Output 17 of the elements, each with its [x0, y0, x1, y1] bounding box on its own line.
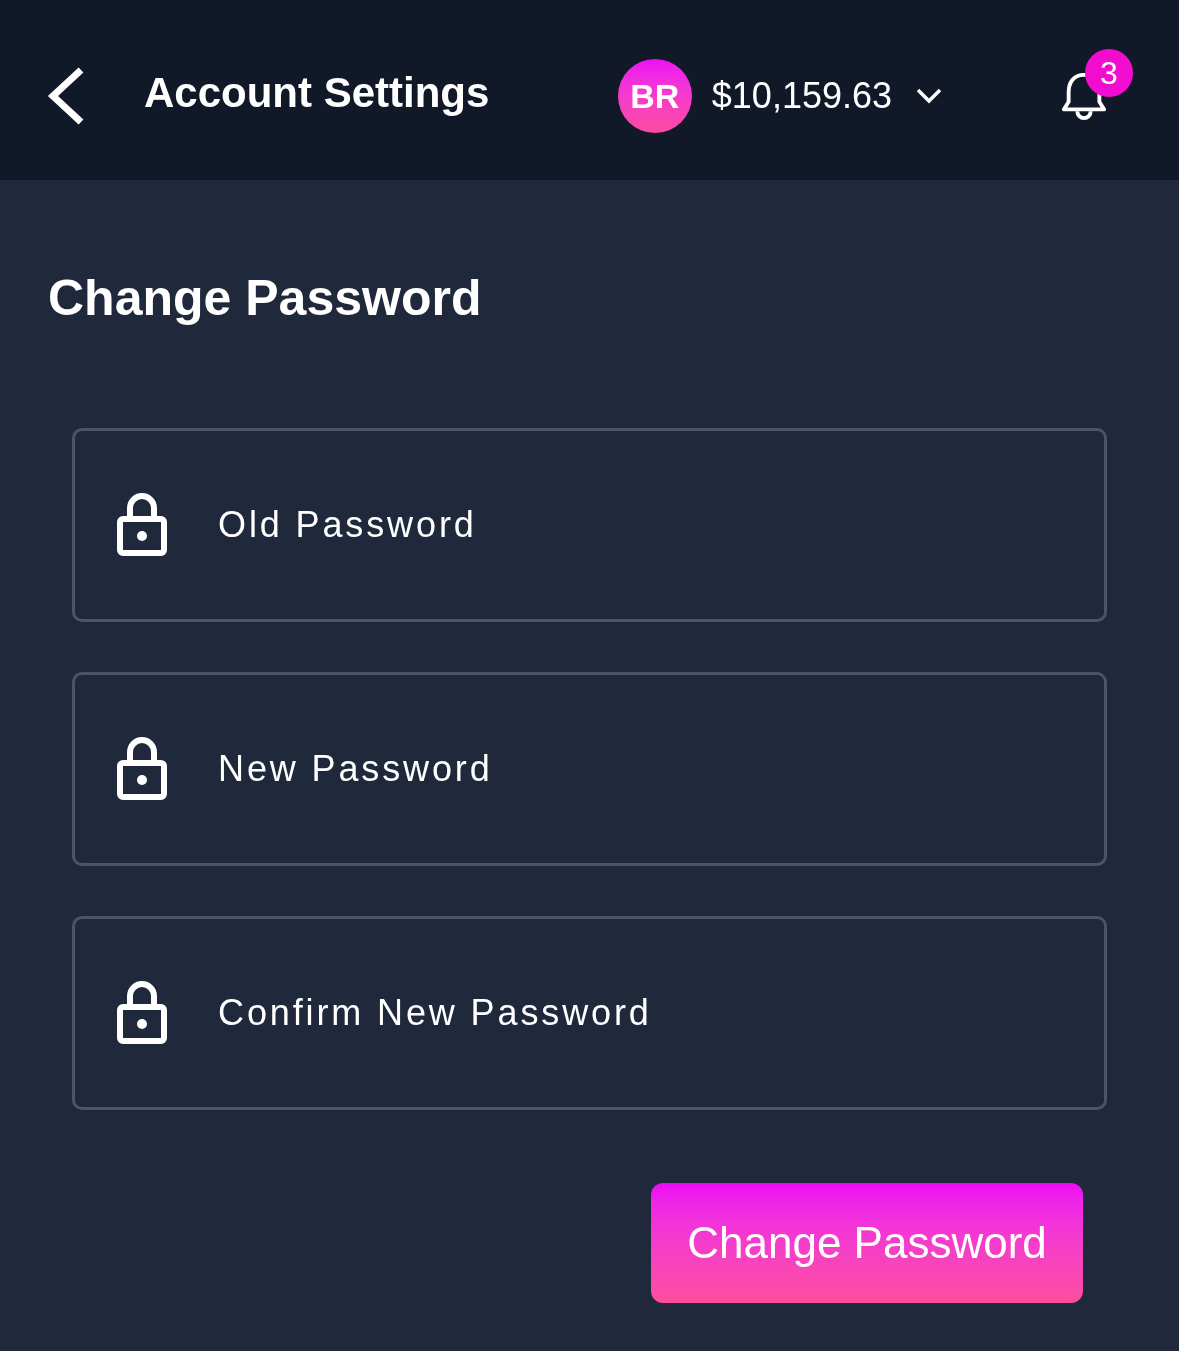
password-field[interactable]: Old Password [72, 428, 1107, 622]
notification-count-badge: 3 [1085, 48, 1133, 97]
password-field[interactable]: Confirm New Password [72, 916, 1107, 1110]
lock-icon [117, 736, 167, 800]
account-balance-dropdown[interactable]: BR $10,159.63 [617, 59, 942, 133]
section-title: Change Password [48, 269, 482, 328]
chevron-down-icon [916, 88, 942, 104]
back-button[interactable] [46, 66, 86, 126]
page-title: Account Settings [144, 67, 490, 118]
avatar: BR [617, 59, 692, 133]
back-chevron-icon [47, 66, 85, 126]
lock-icon [117, 980, 167, 1044]
balance-amount: $10,159.63 [711, 74, 892, 118]
notifications-button[interactable]: 3 [1060, 48, 1133, 121]
lock-icon [117, 492, 167, 556]
change-password-button[interactable]: Change Password [651, 1183, 1083, 1303]
password-field[interactable]: New Password [72, 672, 1107, 866]
